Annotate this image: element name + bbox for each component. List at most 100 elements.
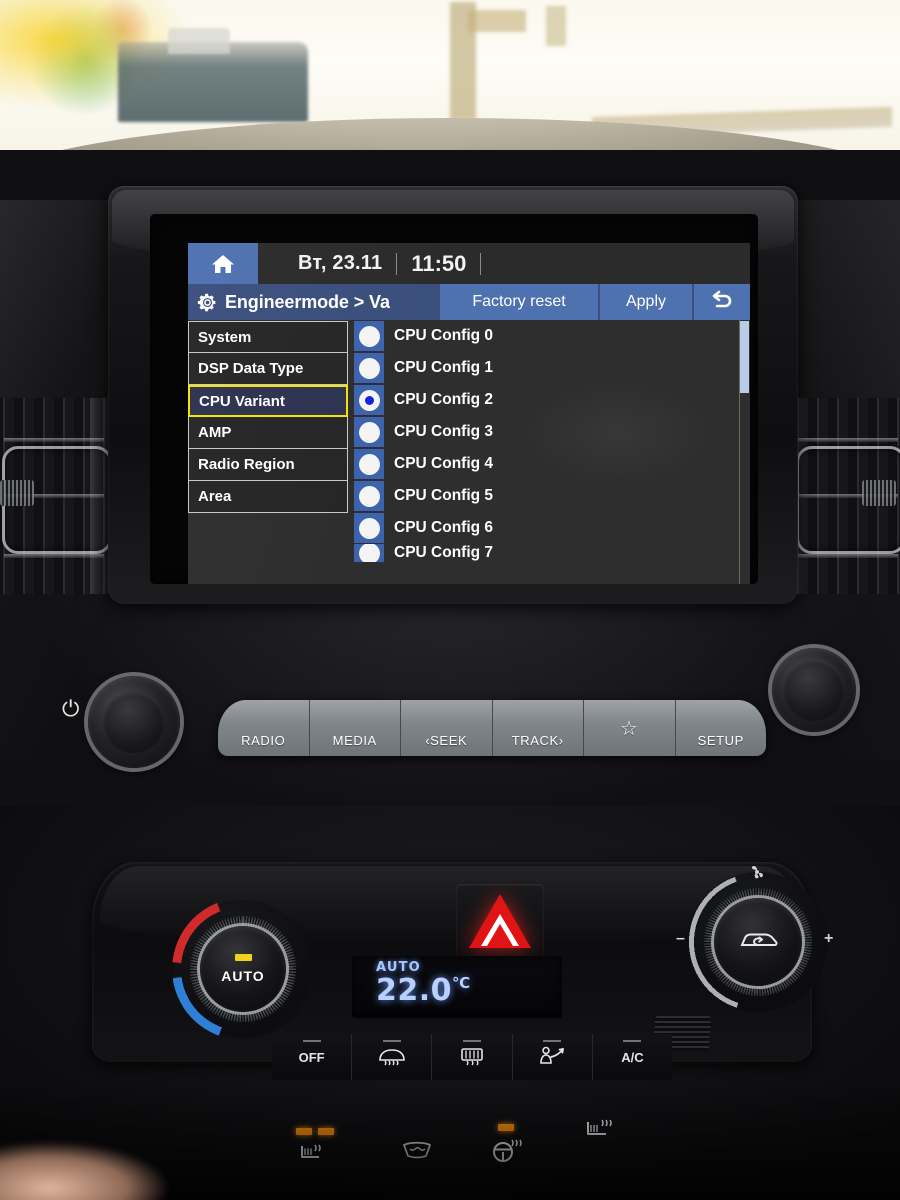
seek-button[interactable]: ‹SEEK (401, 700, 493, 756)
hazard-lights-button[interactable] (456, 884, 544, 958)
heated-seat-left-leds (296, 1128, 334, 1135)
infotainment-screen[interactable]: Вт, 23.11 11:50 Engineermode > Va Factor… (188, 243, 750, 584)
radio-option-row[interactable]: CPU Config 5 (354, 480, 750, 512)
ventilated-seat-icon (400, 1141, 434, 1166)
heated-seat-icon (580, 1119, 614, 1148)
vent-thumbwheel[interactable] (0, 480, 34, 506)
title-bar: Engineermode > Va Factory reset Apply (188, 284, 750, 320)
radio-button[interactable] (354, 385, 384, 415)
radio-button[interactable] (354, 321, 384, 351)
radio-option-row[interactable]: CPU Config 0 (354, 320, 750, 352)
radio-option-row[interactable]: CPU Config 7 (354, 544, 750, 562)
radio-option-row[interactable]: CPU Config 6 (354, 512, 750, 544)
breadcrumb: Engineermode > Va (188, 292, 390, 313)
climate-temperature: 22.0℃ (376, 976, 562, 1006)
air-vent-left (0, 398, 112, 594)
air-direction-button[interactable] (513, 1034, 593, 1080)
status-bar: Вт, 23.11 11:50 (188, 243, 750, 284)
menu-item-amp[interactable]: AMP (188, 417, 348, 449)
radio-button[interactable] (354, 417, 384, 447)
heated-steering-wheel-button[interactable] (490, 1124, 522, 1169)
favorite-star-button[interactable]: ☆ (584, 700, 676, 756)
vent-bar-bottom (4, 554, 104, 558)
tune-knob[interactable] (772, 648, 856, 732)
fan-speed-knob[interactable] (714, 898, 802, 986)
menu-item-system[interactable]: System (188, 321, 348, 353)
status-date: Вт, 23.11 (298, 252, 383, 274)
ac-button[interactable]: A/C (593, 1034, 672, 1080)
fan-decrease-label: – (676, 930, 685, 947)
menu-item-label: DSP Data Type (198, 360, 304, 377)
recirculation-car-icon (735, 926, 781, 959)
menu-item-label: Area (198, 488, 232, 505)
media-button[interactable]: MEDIA (309, 700, 401, 756)
exterior-vehicle-roof (168, 28, 230, 54)
vent-thumbwheel[interactable] (862, 480, 896, 506)
temperature-knob[interactable]: AUTO (200, 926, 286, 1012)
menu-item-radio-region[interactable]: Radio Region (188, 449, 348, 481)
heated-seat-icon (296, 1144, 326, 1172)
front-defrost-icon (377, 1046, 407, 1069)
temperature-unit: ℃ (452, 974, 471, 992)
radio-option-row[interactable]: CPU Config 1 (354, 352, 750, 384)
radio-option-label: CPU Config 1 (394, 359, 494, 376)
menu-item-area[interactable]: Area (188, 481, 348, 513)
list-scrollbar[interactable] (739, 320, 749, 584)
radio-button[interactable]: RADIO (218, 700, 310, 756)
radio-option-label: CPU Config 2 (394, 391, 494, 408)
menu-item-label: CPU Variant (199, 392, 285, 410)
auto-label: AUTO (221, 968, 265, 984)
back-arrow-icon (708, 290, 736, 314)
climate-button-row: OFF A/C (272, 1034, 672, 1080)
radio-button[interactable] (354, 513, 384, 543)
screen-content: System DSP Data Type CPU Variant AMP Rad… (188, 320, 750, 584)
button-tick (382, 1040, 401, 1042)
volume-power-knob[interactable] (88, 676, 180, 768)
ventilated-seat-button[interactable] (400, 1140, 434, 1167)
status-divider-2 (480, 252, 482, 275)
heated-seat-left-button[interactable] (296, 1128, 334, 1173)
menu-item-dsp-data-type[interactable]: DSP Data Type (188, 353, 348, 385)
menu-item-cpu-variant[interactable]: CPU Variant (188, 385, 348, 417)
led-indicator (498, 1124, 514, 1131)
home-button[interactable] (188, 243, 258, 284)
radio-option-row[interactable]: CPU Config 3 (354, 416, 750, 448)
radio-button[interactable] (354, 544, 384, 562)
radio-button[interactable] (354, 353, 384, 383)
rear-defrost-button[interactable] (432, 1034, 513, 1080)
radio-button[interactable] (354, 481, 384, 511)
radio-option-label: CPU Config 3 (394, 423, 494, 440)
status-datetime: Вт, 23.11 11:50 (298, 243, 750, 284)
home-icon (210, 252, 236, 276)
front-defrost-button[interactable] (352, 1034, 433, 1080)
ac-label: A/C (621, 1049, 644, 1065)
exterior-box (546, 6, 566, 46)
scrollbar-thumb[interactable] (740, 321, 749, 393)
button-tick (623, 1040, 642, 1042)
heated-seat-right-button[interactable] (580, 1116, 614, 1149)
radio-option-row[interactable]: CPU Config 4 (354, 448, 750, 480)
back-button[interactable] (694, 284, 750, 320)
fan-icon (748, 864, 766, 885)
hardware-button-strip: RADIO MEDIA ‹SEEK TRACK› ☆ SETUP (218, 700, 766, 756)
climate-display: AUTO 22.0℃ (352, 956, 562, 1018)
setup-button[interactable]: SETUP (675, 700, 766, 756)
menu-item-label: System (198, 328, 252, 346)
button-tick (302, 1040, 321, 1042)
menu-item-label: Radio Region (198, 456, 295, 473)
climate-off-button[interactable]: OFF (272, 1034, 353, 1080)
track-button[interactable]: TRACK› (492, 700, 584, 756)
radio-button[interactable] (354, 449, 384, 479)
factory-reset-button[interactable]: Factory reset (440, 284, 598, 320)
cpu-config-option-list: CPU Config 0 CPU Config 1 CPU Config 2 C… (348, 320, 750, 584)
title-bar-actions: Factory reset Apply (440, 284, 750, 320)
breadcrumb-text: Engineermode > Va (225, 291, 390, 312)
radio-option-label: CPU Config 0 (394, 327, 494, 344)
radio-option-label: CPU Config 7 (394, 544, 494, 561)
off-label: OFF (298, 1049, 325, 1065)
status-time: 11:50 (411, 250, 467, 276)
apply-button[interactable]: Apply (600, 284, 692, 320)
led-indicator (296, 1128, 312, 1135)
radio-option-row-selected[interactable]: CPU Config 2 (354, 384, 750, 416)
exterior-pole-arm (468, 10, 526, 32)
